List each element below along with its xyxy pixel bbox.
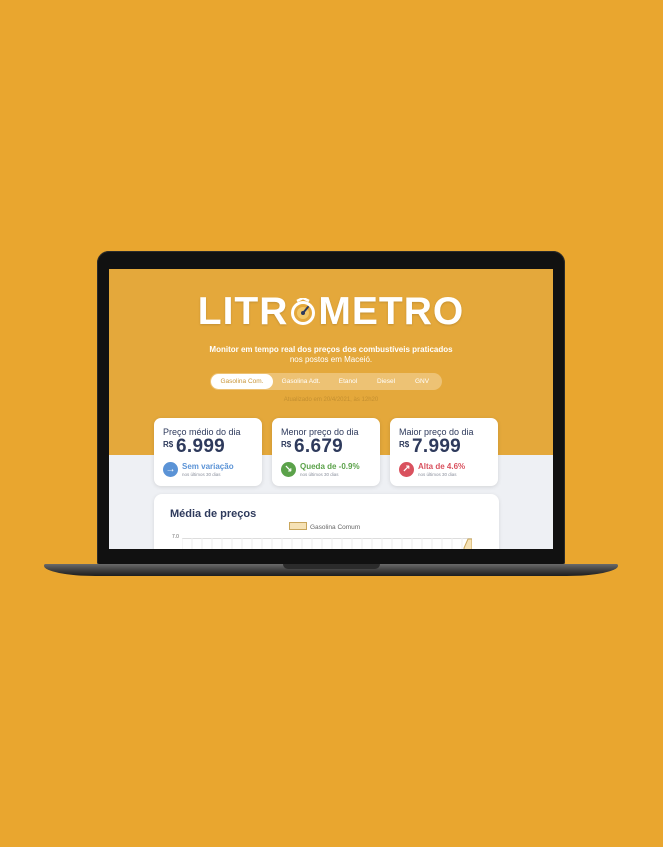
updated-timestamp: Atualizado em 20/4/2021, às 12h20	[283, 397, 379, 403]
tagline-line-2: nos postos em Maceió.	[289, 355, 373, 364]
tab-diesel[interactable]: Diesel	[367, 374, 405, 389]
series-area	[463, 538, 472, 549]
card-trend: Sem variação	[182, 462, 234, 471]
arrow-right-icon: →	[163, 462, 178, 477]
card-currency: R$	[163, 440, 174, 449]
laptop-screen: LITR METRO Monitor em tempo real dos pre…	[109, 269, 553, 549]
tab-gasolina-aditivada[interactable]: Gasolina Adt.	[273, 374, 329, 389]
arrow-down-right-icon: ↘	[281, 462, 296, 477]
chart-title: Média de preços	[170, 508, 257, 520]
tab-gnv[interactable]: GNV	[405, 374, 439, 389]
chart-legend[interactable]: Gasolina Comum	[289, 522, 360, 531]
card-trend: Alta de 4.6%	[418, 462, 466, 471]
laptop-notch	[283, 564, 380, 569]
card-trend: Queda de -0.9%	[300, 462, 360, 471]
card-value: 7.999	[412, 436, 462, 457]
logo-text-left: LITR	[197, 290, 289, 333]
tagline: Monitor em tempo real dos preços dos com…	[169, 345, 493, 365]
card-subtext: nos últimos 30 dias	[300, 472, 339, 477]
card-currency: R$	[399, 440, 410, 449]
card-currency: R$	[281, 440, 292, 449]
tab-gasolina-comum[interactable]: Gasolina Com.	[211, 374, 273, 389]
tagline-line-1: Monitor em tempo real dos preços dos com…	[209, 345, 453, 354]
fuel-tabs: Gasolina Com. Gasolina Adt. Etanol Diese…	[210, 373, 442, 390]
app-logo: LITR METRO	[109, 289, 553, 335]
gauge-icon	[289, 297, 317, 327]
price-chart-card: Média de preços Gasolina Comum 7.0	[154, 494, 499, 549]
card-value: 6.679	[294, 436, 344, 457]
card-lowest-price: Menor preço do dia R$ 6.679 ↘ Queda de -…	[272, 418, 380, 486]
logo-text-right: METRO	[318, 290, 465, 333]
legend-swatch	[289, 522, 307, 530]
legend-label: Gasolina Comum	[310, 524, 361, 531]
chart-plot-area	[182, 538, 472, 549]
card-subtext: nos últimos 30 dias	[182, 472, 221, 477]
card-average-price: Preço médio do dia R$ 6.999 → Sem variaç…	[154, 418, 262, 486]
card-value: 6.999	[176, 436, 226, 457]
y-tick-label: 7.0	[172, 534, 179, 540]
card-highest-price: Maior preço do dia R$ 7.999 ↗ Alta de 4.…	[390, 418, 498, 486]
arrow-up-right-icon: ↗	[399, 462, 414, 477]
card-subtext: nos últimos 30 dias	[418, 472, 457, 477]
tab-etanol[interactable]: Etanol	[329, 374, 367, 389]
